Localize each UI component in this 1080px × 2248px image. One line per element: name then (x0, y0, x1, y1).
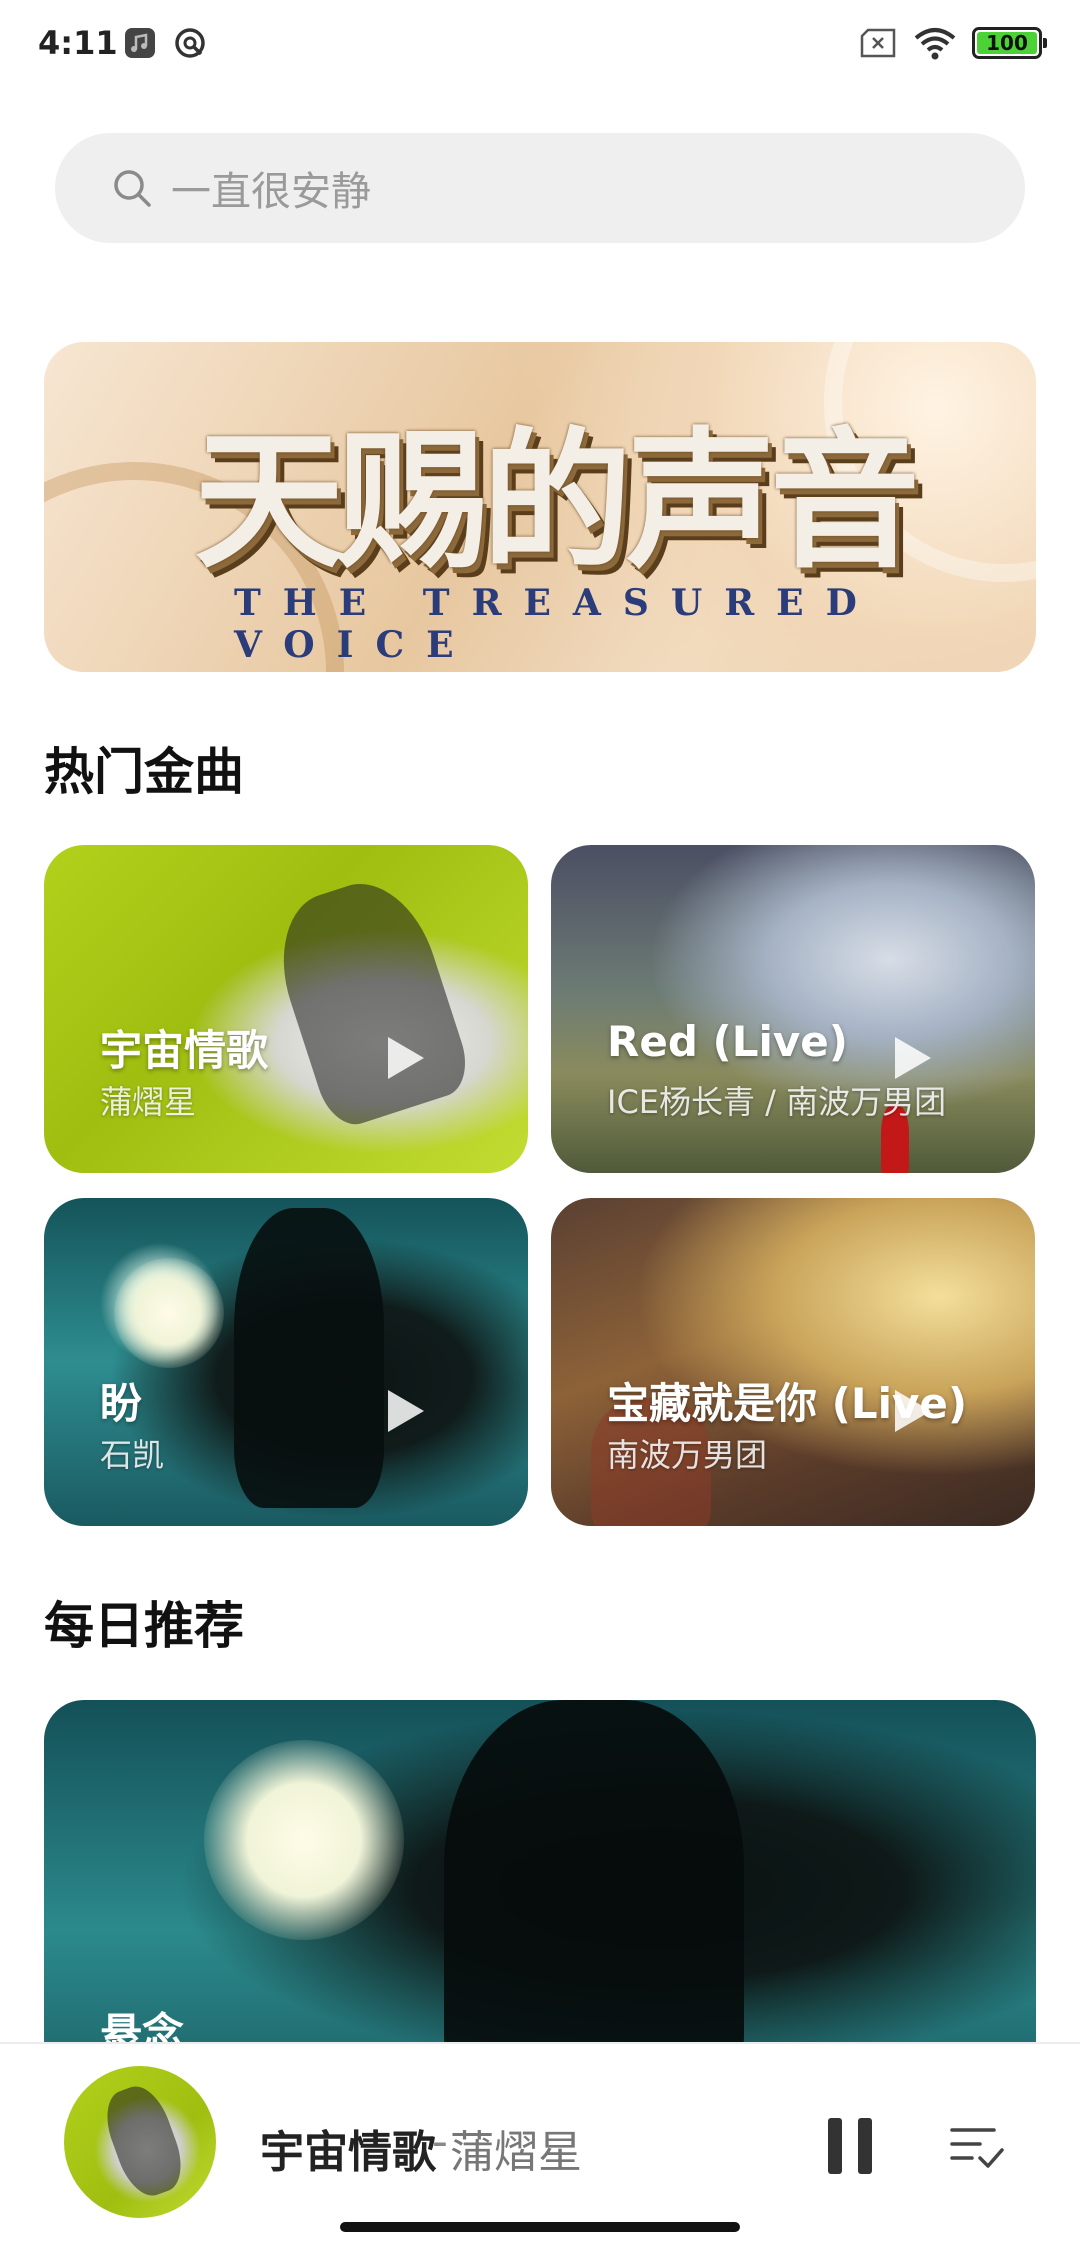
cover-artwork (96, 2079, 192, 2203)
section-title-hot-songs: 热门金曲 (44, 743, 244, 801)
song-card[interactable]: 宝藏就是你 (Live) 南波万男团 (551, 1198, 1035, 1526)
song-title: 盼 (100, 1379, 143, 1428)
song-artist: ICE杨长青 / 南波万男团 (607, 1083, 947, 1121)
pause-icon (858, 2118, 872, 2174)
card-artwork (262, 867, 476, 1133)
sim-icon (860, 28, 896, 58)
play-icon[interactable] (384, 1386, 428, 1436)
pause-icon (828, 2118, 842, 2174)
section-title-daily: 每日推荐 (44, 1597, 244, 1655)
card-artwork (204, 1740, 404, 1940)
song-card[interactable]: 盼 石凯 (44, 1198, 528, 1526)
now-playing-separator: - (432, 2116, 448, 2167)
song-artist: 蒲熠星 (100, 1083, 197, 1121)
wifi-icon (914, 28, 956, 60)
song-title: 宇宙情歌 (100, 1026, 269, 1075)
song-card[interactable]: 宇宙情歌 蒲熠星 (44, 845, 528, 1173)
card-artwork (114, 1258, 224, 1368)
song-artist: 石凯 (100, 1436, 165, 1474)
mini-player[interactable]: 宇宙情歌 - 蒲熠星 (0, 2042, 1080, 2248)
song-title: Red (Live) (607, 1017, 848, 1066)
banner-title: 天赐的声音 (194, 413, 920, 589)
play-icon[interactable] (891, 1033, 935, 1083)
album-cover[interactable] (64, 2066, 216, 2218)
search-input[interactable]: 一直很安静 (55, 133, 1025, 243)
pause-button[interactable] (826, 2118, 876, 2174)
playlist-icon[interactable] (950, 2122, 1004, 2172)
banner-subtitle: THE TREASURED VOICE (234, 582, 879, 666)
home-indicator[interactable] (340, 2222, 740, 2232)
status-bar: 4:11 100 (0, 0, 1080, 90)
search-icon (114, 170, 151, 207)
play-icon[interactable] (891, 1386, 935, 1436)
promo-banner[interactable]: 天赐的声音 THE TREASURED VOICE (44, 342, 1036, 672)
status-time: 4:11 (38, 24, 118, 62)
song-artist: 南波万男团 (607, 1436, 768, 1474)
search-placeholder: 一直很安静 (171, 169, 371, 215)
now-playing-artist: 蒲熠星 (450, 2127, 582, 2178)
now-playing-title: 宇宙情歌 (260, 2127, 436, 2178)
song-card[interactable]: Red (Live) ICE杨长青 / 南波万男团 (551, 845, 1035, 1173)
music-app-icon (125, 28, 155, 58)
card-artwork (234, 1208, 384, 1508)
battery-level: 100 (977, 31, 1037, 55)
battery-icon: 100 (972, 27, 1047, 59)
play-icon[interactable] (384, 1033, 428, 1083)
sync-icon (175, 28, 205, 58)
